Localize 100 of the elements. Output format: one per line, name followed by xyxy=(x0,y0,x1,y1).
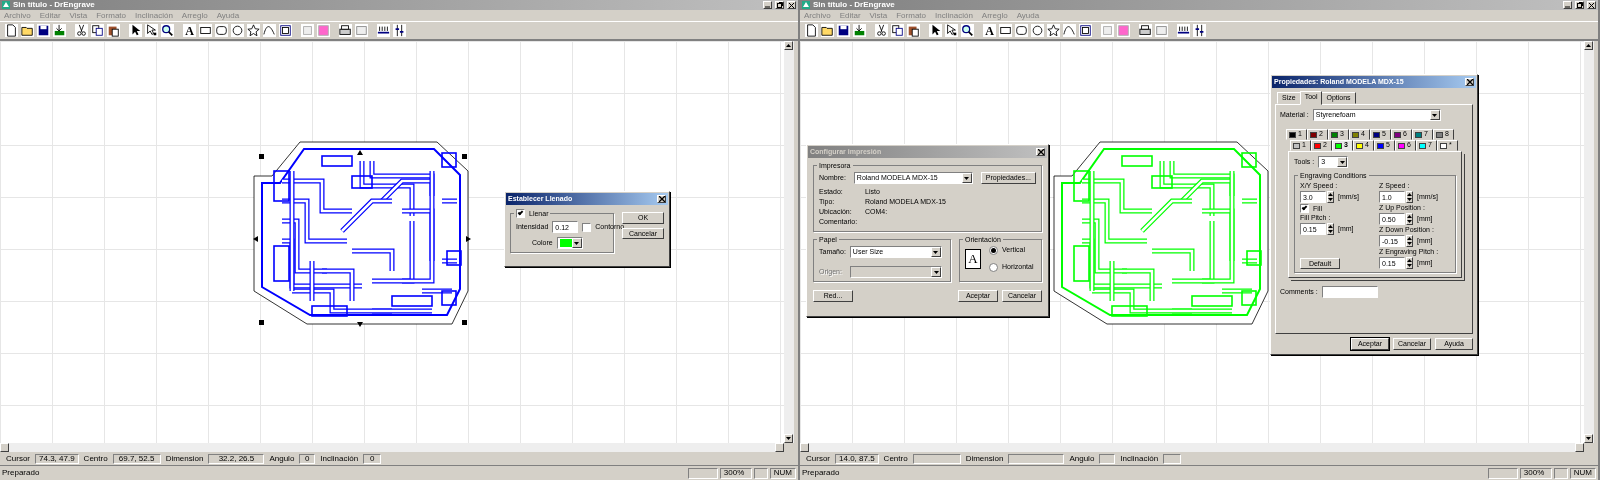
star-icon[interactable] xyxy=(1046,23,1061,38)
selection-handle[interactable] xyxy=(462,320,467,325)
align-icon[interactable] xyxy=(392,23,407,38)
node-pointer-icon[interactable] xyxy=(944,23,959,38)
rounded-rectangle-icon[interactable] xyxy=(214,23,229,38)
radio-button[interactable] xyxy=(989,246,998,255)
open-folder-icon[interactable] xyxy=(820,23,835,38)
vertical-scrollbar[interactable] xyxy=(784,41,794,443)
zoom-icon[interactable] xyxy=(160,23,175,38)
cut-icon[interactable] xyxy=(74,23,89,38)
ellipse-icon[interactable] xyxy=(1030,23,1045,38)
frame-icon[interactable] xyxy=(1078,23,1093,38)
pointer-icon[interactable] xyxy=(928,23,943,38)
selection-handle[interactable] xyxy=(259,154,264,159)
status-value: 74.3, 47.9 xyxy=(35,453,79,464)
color-picker[interactable] xyxy=(556,237,583,249)
minimize-button[interactable] xyxy=(763,1,772,9)
window-title: Sin título - DrEngrave xyxy=(813,0,896,10)
app-icon xyxy=(802,1,810,9)
radio-button[interactable] xyxy=(989,263,998,272)
text-field[interactable] xyxy=(1321,286,1378,299)
close-button[interactable] xyxy=(657,195,666,203)
status-label: Dimension xyxy=(965,453,1004,464)
spin-buttons[interactable] xyxy=(1406,257,1413,270)
node-pointer-icon[interactable] xyxy=(144,23,159,38)
fill-icon[interactable] xyxy=(1116,23,1131,38)
status-label: Dimension xyxy=(165,453,204,464)
close-button[interactable] xyxy=(1465,78,1474,86)
import-icon[interactable] xyxy=(52,23,67,38)
fill-icon[interactable] xyxy=(316,23,331,38)
copy-icon[interactable] xyxy=(890,23,905,38)
star-icon[interactable] xyxy=(246,23,261,38)
status-label: Centro xyxy=(83,453,108,464)
dropdown[interactable] xyxy=(850,266,942,278)
spin-buttons[interactable] xyxy=(1327,191,1334,204)
print-icon[interactable] xyxy=(1138,23,1153,38)
restore-button[interactable] xyxy=(775,1,784,9)
status-value: 0 xyxy=(299,453,316,464)
pointer-icon[interactable] xyxy=(128,23,143,38)
spin-buttons[interactable] xyxy=(1327,223,1334,236)
open-folder-icon[interactable] xyxy=(20,23,35,38)
caret-icon xyxy=(1339,160,1345,164)
app-icon xyxy=(2,1,10,9)
resize-handle[interactable] xyxy=(357,322,363,328)
restore-icon xyxy=(1576,2,1583,8)
copy-icon[interactable] xyxy=(90,23,105,38)
save-icon[interactable] xyxy=(36,23,51,38)
page-preview: A xyxy=(965,249,981,269)
resize-handle[interactable] xyxy=(357,150,363,156)
close-icon xyxy=(1466,79,1473,85)
curve-icon[interactable] xyxy=(1062,23,1077,38)
rectangle-icon[interactable] xyxy=(998,23,1013,38)
import-icon[interactable] xyxy=(852,23,867,38)
align-icon[interactable] xyxy=(1192,23,1207,38)
status-value: 32.2, 26.5 xyxy=(208,453,265,464)
close-button[interactable] xyxy=(1036,148,1045,156)
selection-handle[interactable] xyxy=(259,320,264,325)
rectangle-icon[interactable] xyxy=(198,23,213,38)
caret-icon xyxy=(1586,437,1591,440)
ruler-icon[interactable] xyxy=(1176,23,1191,38)
checkbox[interactable] xyxy=(516,209,525,218)
spin-buttons[interactable] xyxy=(1406,213,1413,226)
ellipse-icon[interactable] xyxy=(230,23,245,38)
selection-handle[interactable] xyxy=(462,154,467,159)
spin-buttons[interactable] xyxy=(1406,191,1413,204)
spin-buttons[interactable] xyxy=(1406,235,1413,248)
horizontal-scrollbar[interactable] xyxy=(0,443,784,452)
resize-handle[interactable] xyxy=(466,236,472,242)
status-label: Inclinación xyxy=(320,453,359,464)
frame-icon[interactable] xyxy=(278,23,293,38)
caret-icon xyxy=(574,241,580,245)
close-icon xyxy=(658,196,665,202)
ruler-icon[interactable] xyxy=(376,23,391,38)
new-file-icon[interactable] xyxy=(804,23,819,38)
zoom-icon[interactable] xyxy=(960,23,975,38)
vertical-scrollbar[interactable] xyxy=(1584,41,1594,443)
checkbox[interactable] xyxy=(1300,204,1309,214)
caret-icon xyxy=(1586,44,1591,47)
status-label: Cursor xyxy=(6,453,30,464)
resize-handle[interactable] xyxy=(253,236,259,242)
status-value: 69.7, 52.5 xyxy=(112,453,161,464)
minimize-button[interactable] xyxy=(1563,1,1572,9)
paste-icon[interactable] xyxy=(906,23,921,38)
rounded-rectangle-icon[interactable] xyxy=(1014,23,1029,38)
text-tool[interactable]: A xyxy=(182,23,197,38)
new-file-icon[interactable] xyxy=(4,23,19,38)
caret-icon xyxy=(933,250,939,254)
status-label: Angulo xyxy=(1069,453,1095,464)
drawing-canvas[interactable] xyxy=(800,41,1584,443)
text-tool[interactable]: A xyxy=(982,23,997,38)
curve-icon[interactable] xyxy=(262,23,277,38)
paste-icon[interactable] xyxy=(106,23,121,38)
checkbox[interactable] xyxy=(582,222,592,232)
status-text: Preparado xyxy=(802,468,841,478)
print-icon[interactable] xyxy=(338,23,353,38)
save-icon[interactable] xyxy=(836,23,851,38)
status-label: Centro xyxy=(883,453,908,464)
cut-icon[interactable] xyxy=(874,23,889,38)
horizontal-scrollbar[interactable] xyxy=(800,443,1584,452)
restore-button[interactable] xyxy=(1575,1,1584,9)
